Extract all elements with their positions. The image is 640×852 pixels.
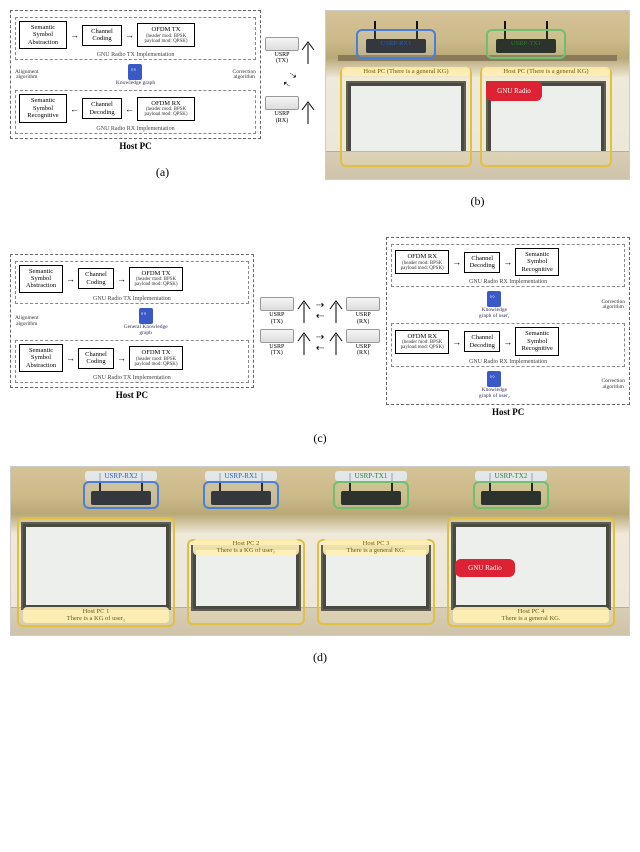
tx-impl-label: GNU Radio TX Implementation [16, 375, 248, 381]
arrow-icon [502, 257, 513, 267]
usrp-rx2-overlay: USRP-RX2 [83, 481, 159, 509]
tx-impl-label: GNU Radio TX Implementation [16, 52, 255, 58]
usrp-rx1-overlay: USRP-RX1 [356, 29, 436, 59]
arrow-icon [451, 257, 462, 267]
usrp-rx-label: USRP (RX) [356, 344, 371, 357]
caption-c: (c) [10, 431, 630, 446]
rx-impl-box: Semantic Symbol Recognitive Channel Deco… [15, 90, 256, 133]
tx-impl-box: Semantic Symbol Abstraction Channel Codi… [15, 17, 256, 60]
antenna-icon [297, 299, 311, 323]
arrow-icon [451, 337, 462, 347]
channel-decoding-block: Channel Decoding [82, 98, 122, 119]
usrp-rx-label: USRP (RX) [274, 111, 289, 124]
correction-note: Correction algorithm [601, 379, 625, 391]
figure-d: USRP-RX2 USRP-RX1 USRP-TX1 USRP-TX2 Host… [10, 466, 630, 665]
correction-note: Correction algorithm [601, 300, 625, 312]
host-pc-label: Host PC [10, 390, 254, 400]
usrp-rx1-overlay: USRP-RX1 [203, 481, 279, 509]
host-pc3-overlay: Host PC 3 There is a general KG. [317, 539, 435, 625]
photo-b: USRP-RX1 USRP-TX1 Host PC (There is a ge… [325, 10, 630, 180]
channel-coding-block: Channel Coding [82, 25, 122, 46]
rx-impl-label: GNU Radio RX Implementation [392, 279, 624, 285]
host-pc-label: Host PC [386, 407, 630, 417]
usrp-tx2-overlay: USRP-TX2 [473, 481, 549, 509]
semantic-abstraction-block: Semantic Symbol Abstraction [19, 344, 63, 372]
figure-a: Semantic Symbol Abstraction Channel Codi… [10, 10, 315, 229]
arrow-icon [124, 30, 135, 40]
rf-link-icon: ⇢⇠ [281, 69, 300, 91]
semantic-recognitive-block: Semantic Symbol Recognitive [515, 327, 559, 355]
host-pc-box: Semantic Symbol Abstraction Channel Codi… [10, 10, 261, 139]
rf-link-icon: ⇢⇠ [316, 332, 324, 354]
ofdm-rx-block: OFDM RX (header mod: BPSK payload mod: Q… [137, 97, 195, 121]
ofdm-rx-block: OFDM RX(header mod: BPSK payload mod: QP… [395, 250, 449, 274]
rx-impl-label: GNU Radio RX Implementation [392, 359, 624, 365]
arrow-icon [502, 337, 513, 347]
semantic-abstraction-block: Semantic Symbol Abstraction [19, 21, 67, 49]
usrp-device-icon [260, 329, 294, 343]
antenna-icon [329, 299, 343, 323]
arrow-icon [65, 274, 76, 284]
usrp-tx-label: USRP (TX) [274, 52, 289, 65]
arrow-icon [116, 353, 127, 363]
channel-coding-block: Channel Coding [78, 348, 114, 369]
host-pc-right: OFDM RX(header mod: BPSK payload mod: QP… [386, 237, 630, 405]
antenna-icon [329, 331, 343, 355]
host-pc1-overlay: Host PC 1 There is a KG of user₂ [17, 517, 175, 627]
usrp-device-icon [265, 96, 299, 110]
ofdm-tx-block: OFDM TX(header mod: BPSK payload mod: QP… [129, 346, 183, 370]
antenna-icon [301, 100, 315, 124]
semantic-recognitive-block: Semantic Symbol Recognitive [19, 94, 67, 122]
gnu-radio-overlay: GNU Radio [455, 559, 515, 577]
channel-decoding-block: Channel Decoding [464, 331, 500, 352]
figure-b: USRP-RX1 USRP-TX1 Host PC (There is a ge… [325, 10, 630, 229]
alignment-note: Alignment algorithm [15, 316, 39, 328]
arrow-icon [124, 104, 135, 114]
semantic-recognitive-block: Semantic Symbol Recognitive [515, 248, 559, 276]
caption-d: (d) [10, 650, 630, 665]
kg-user1-icon: Knowledge graph of user₁ [479, 291, 510, 319]
host-pc-left-overlay: Host PC (There is a general KG) [340, 67, 472, 167]
usrp-tx1-overlay: USRP-TX1 [486, 29, 566, 59]
correction-note: Correction algorithm [232, 70, 256, 82]
host-pc-label: Host PC [10, 141, 261, 151]
arrow-icon [69, 104, 80, 114]
usrp-device-icon [265, 37, 299, 51]
semantic-abstraction-block: Semantic Symbol Abstraction [19, 265, 63, 293]
usrp-tx1-overlay: USRP-TX1 [333, 481, 409, 509]
ofdm-tx-block: OFDM TX (header mod: BPSK payload mod: Q… [137, 23, 195, 47]
caption-a: (a) [10, 165, 315, 180]
arrow-icon [116, 274, 127, 284]
antenna-icon [301, 40, 315, 64]
arrow-icon [65, 353, 76, 363]
antenna-icon [297, 331, 311, 355]
channel-decoding-block: Channel Decoding [464, 252, 500, 273]
host-pc-left: Semantic Symbol Abstraction Channel Codi… [10, 254, 254, 389]
kg-user2-icon: Knowledge graph of user₂ [479, 371, 510, 399]
usrp-device-icon [346, 297, 380, 311]
ofdm-tx-block: OFDM TX(header mod: BPSK payload mod: QP… [129, 267, 183, 291]
usrp-device-icon [260, 297, 294, 311]
arrow-icon [69, 30, 80, 40]
ofdm-rx-block: OFDM RX(header mod: BPSK payload mod: QP… [395, 330, 449, 354]
tx-impl-label: GNU Radio TX Implementation [16, 296, 248, 302]
usrp-device-icon [346, 329, 380, 343]
rf-link-icon: ⇢⇠ [316, 300, 324, 322]
usrp-rx-label: USRP (RX) [356, 312, 371, 325]
host-pc2-overlay: Host PC 2 There is a KG of user₁ [187, 539, 305, 625]
alignment-note: Alignment algorithm [15, 70, 39, 82]
caption-b: (b) [325, 194, 630, 209]
knowledge-graph-icon: Knowledge graph [116, 64, 155, 86]
usrp-tx-label: USRP (TX) [269, 312, 284, 325]
channel-coding-block: Channel Coding [78, 268, 114, 289]
rx-impl-label: GNU Radio RX Implementation [16, 126, 255, 132]
usrp-tx-label: USRP (TX) [269, 344, 284, 357]
gnu-radio-overlay: GNU Radio [486, 81, 542, 101]
general-kg-icon: General Knowledge graph [124, 308, 168, 336]
figure-c: Semantic Symbol Abstraction Channel Codi… [10, 237, 630, 446]
photo-d: USRP-RX2 USRP-RX1 USRP-TX1 USRP-TX2 Host… [10, 466, 630, 636]
